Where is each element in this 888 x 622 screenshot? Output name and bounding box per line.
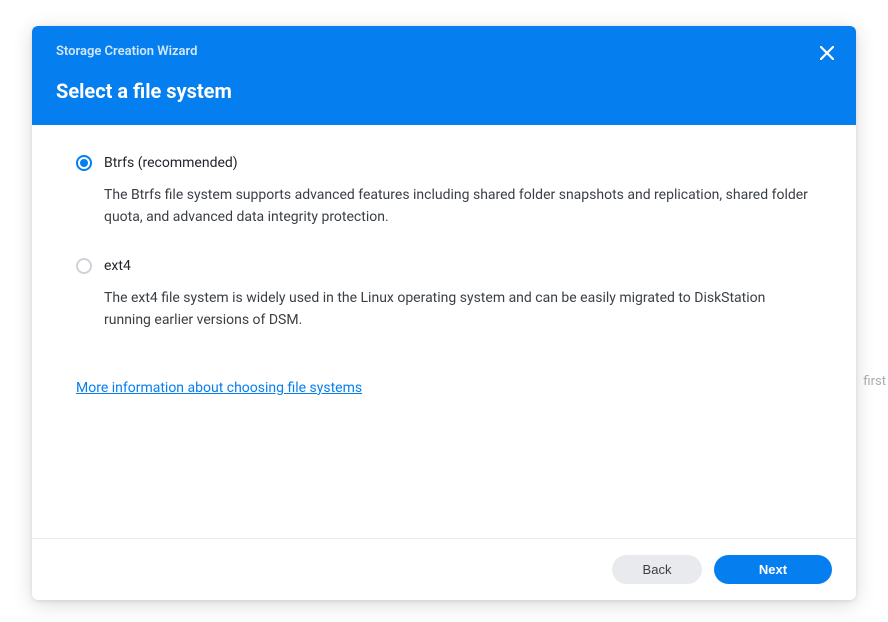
background-partial-text: first: [863, 374, 886, 389]
wizard-title: Storage Creation Wizard: [56, 44, 832, 59]
more-info-link[interactable]: More information about choosing file sys…: [76, 380, 362, 396]
back-button[interactable]: Back: [612, 555, 702, 584]
close-icon: [820, 46, 834, 60]
option-label: Btrfs (recommended): [104, 155, 238, 171]
radio-icon: [76, 258, 92, 274]
dialog-header: Storage Creation Wizard Select a file sy…: [32, 26, 856, 125]
option-description: The ext4 file system is widely used in t…: [104, 288, 812, 331]
dialog-footer: Back Next: [32, 538, 856, 600]
radio-option-btrfs[interactable]: Btrfs (recommended): [76, 155, 812, 171]
close-button[interactable]: [816, 42, 838, 64]
option-description: The Btrfs file system supports advanced …: [104, 185, 812, 228]
next-button[interactable]: Next: [714, 555, 832, 584]
filesystem-option-btrfs: Btrfs (recommended) The Btrfs file syste…: [76, 155, 812, 228]
dialog-body: Btrfs (recommended) The Btrfs file syste…: [32, 125, 856, 538]
option-label: ext4: [104, 258, 131, 274]
filesystem-option-ext4: ext4 The ext4 file system is widely used…: [76, 258, 812, 331]
page-title: Select a file system: [56, 79, 832, 103]
radio-option-ext4[interactable]: ext4: [76, 258, 812, 274]
wizard-dialog: Storage Creation Wizard Select a file sy…: [32, 26, 856, 600]
radio-icon: [76, 155, 92, 171]
